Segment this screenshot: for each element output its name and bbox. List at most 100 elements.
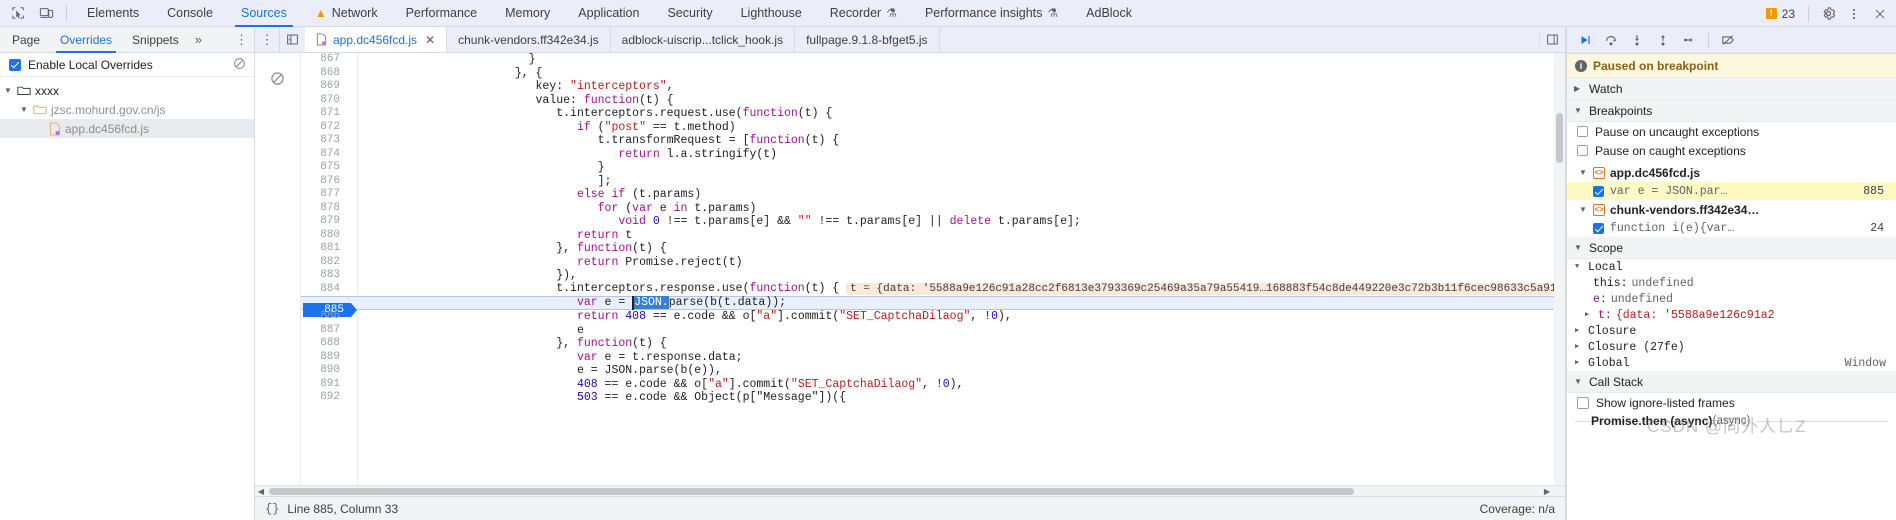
line-number-gutter[interactable]: 882 [301,256,357,270]
inspect-cursor-icon[interactable] [4,1,32,25]
editor-kebab-icon[interactable]: ⋮ [255,27,279,52]
scope-row-closure[interactable]: Closure [1567,323,1896,339]
tree-folder-xxxx[interactable]: xxxx [0,81,254,100]
tab-security[interactable]: Security [653,0,726,27]
line-number-gutter[interactable]: 884 [301,283,357,297]
kebab-menu-icon[interactable] [1842,2,1866,26]
tab-lighthouse[interactable]: Lighthouse [727,0,816,27]
breakpoint-enabled-checkbox[interactable] [1593,222,1604,234]
navigator-kebab-icon[interactable]: ⋮ [235,30,248,50]
split-editor-icon[interactable] [1539,33,1565,46]
tab-memory[interactable]: Memory [491,0,564,27]
line-number-gutter[interactable]: 872 [301,121,357,135]
code-line[interactable]: 885 var e = JSON.parse(b(t.data)); [301,296,1565,317]
pause-uncaught-exceptions-checkbox[interactable] [1577,126,1588,137]
code-line[interactable]: 878 for (var e in t.params) [301,202,1565,216]
tab-network[interactable]: ▲ Network [301,0,392,27]
code-line[interactable]: 883 }), [301,269,1565,283]
scope-row-global[interactable]: Global Window [1567,355,1896,371]
line-number-gutter[interactable]: 874 [301,148,357,162]
code-line[interactable]: 872 if ("post" == t.method) [301,121,1565,135]
tab-sources[interactable]: Sources [227,0,301,27]
chevron-down-icon[interactable] [1574,378,1583,386]
nav-tab-overrides[interactable]: Overrides [50,27,122,53]
chevron-down-icon[interactable] [1574,244,1583,252]
show-ignore-listed-frames-row[interactable]: Show ignore-listed frames [1567,393,1896,412]
code-line[interactable]: 876 ]; [301,175,1565,189]
code-line[interactable]: 874 return l.a.stringify(t) [301,148,1565,162]
breakpoint-group-chunk-vendors[interactable]: <> chunk-vendors.ff342e34… [1567,200,1896,219]
issues-badge[interactable]: ! 23 [1760,7,1801,21]
editor-vertical-scrollbar[interactable] [1554,53,1565,485]
code-line[interactable]: 884 t.interceptors.response.use(function… [301,282,1565,297]
enable-local-overrides-row[interactable]: Enable Local Overrides [0,53,254,77]
breakpoint-item-885[interactable]: var e = JSON.par… 885 [1567,182,1896,200]
breakpoints-section-header[interactable]: Breakpoints [1567,100,1896,122]
line-number-gutter[interactable]: 873 [301,134,357,148]
enable-local-overrides-checkbox[interactable] [9,58,21,71]
show-ignore-listed-frames-checkbox[interactable] [1577,396,1589,409]
code-line[interactable]: 879 void 0 !== t.params[e] && "" !== t.p… [301,215,1565,229]
pause-uncaught-exceptions-row[interactable]: Pause on uncaught exceptions [1567,122,1896,141]
tab-recorder[interactable]: Recorder ⚗ [816,0,911,27]
chevron-down-icon[interactable] [1579,206,1588,214]
scope-row-closure-27fe[interactable]: Closure (27fe) [1567,339,1896,355]
code-line[interactable]: 888 }, function(t) { [301,337,1565,351]
line-number-gutter[interactable]: 875 [301,161,357,175]
scope-row-t[interactable]: t: {data: '5588a9e126c91a2 [1567,307,1896,323]
clear-overrides-icon[interactable] [233,57,246,73]
chevron-down-icon[interactable] [1574,107,1583,115]
code-line[interactable]: 877 else if (t.params) [301,188,1565,202]
code-line[interactable]: 870 value: function(t) { [301,94,1565,108]
deactivate-breakpoints-icon[interactable] [1716,29,1740,51]
scroll-left-icon[interactable]: ◀ [255,487,267,496]
line-number-gutter[interactable]: 888 [301,337,357,351]
code-line[interactable]: 882 return Promise.reject(t) [301,256,1565,270]
editor-tab-chunk-vendors[interactable]: chunk-vendors.ff342e34.js [447,27,611,52]
tab-console[interactable]: Console [153,0,227,27]
chevron-right-icon[interactable] [1575,328,1584,335]
editor-tab-adblock-uiscript[interactable]: adblock-uiscrip...tclick_hook.js [611,27,796,52]
step-over-icon[interactable] [1599,29,1623,51]
code-scroll-area[interactable]: 867 } 868 }, {869 key: "interceptors", 870… [301,53,1565,485]
scroll-thumb[interactable] [269,487,1354,495]
code-line[interactable]: 871 t.interceptors.request.use(function(… [301,107,1565,121]
code-line[interactable]: 875 } [301,161,1565,175]
line-number-gutter[interactable]: 877 [301,188,357,202]
code-line[interactable]: 868 }, { [301,67,1565,81]
line-number-gutter[interactable]: 869 [301,80,357,94]
step-out-icon[interactable] [1651,29,1675,51]
nav-more-tabs-icon[interactable]: » [189,27,208,53]
close-icon[interactable] [1868,2,1892,26]
line-number-gutter[interactable]: 870 [301,94,357,108]
breakpoint-gutter[interactable] [255,53,301,485]
code-line[interactable]: 880 return t [301,229,1565,243]
tab-performance-insights[interactable]: Performance insights ⚗ [911,0,1072,27]
editor-tab-app-js[interactable]: app.dc456fcd.js ✕ [305,27,448,52]
tree-file-app-js[interactable]: app.dc456fcd.js [0,119,254,138]
no-entry-icon[interactable] [270,71,285,485]
step-into-icon[interactable] [1625,29,1649,51]
editor-tab-fullpage[interactable]: fullpage.9.1.8-bfget5.js [795,27,940,52]
chevron-down-icon[interactable] [1575,264,1584,271]
line-number-gutter[interactable]: 891 [301,378,357,392]
line-number-gutter[interactable]: 867 [301,53,357,67]
editor-horizontal-scrollbar[interactable]: ◀ ▶ [255,485,1565,496]
code-line[interactable]: 886 return 408 == e.code && o["a"].commi… [301,310,1565,324]
scope-section-header[interactable]: Scope [1567,237,1896,259]
tab-application[interactable]: Application [564,0,653,27]
scroll-thumb[interactable] [1556,113,1563,163]
line-number-gutter[interactable]: 876 [301,175,357,189]
code-line[interactable]: 869 key: "interceptors", [301,80,1565,94]
line-number-gutter[interactable]: 868 [301,67,357,81]
breakpoint-enabled-checkbox[interactable] [1593,185,1604,197]
nav-tab-page[interactable]: Page [2,27,50,53]
scope-row-e[interactable]: e: undefined [1567,291,1896,307]
line-number-gutter[interactable]: 889 [301,351,357,365]
tab-performance[interactable]: Performance [392,0,492,27]
line-number-gutter[interactable]: 881 [301,242,357,256]
breakpoint-item-24[interactable]: function i(e){var… 24 [1567,219,1896,237]
pause-caught-exceptions-checkbox[interactable] [1577,145,1588,156]
code-line[interactable]: 881 }, function(t) { [301,242,1565,256]
code-line[interactable]: 889 var e = t.response.data; [301,351,1565,365]
